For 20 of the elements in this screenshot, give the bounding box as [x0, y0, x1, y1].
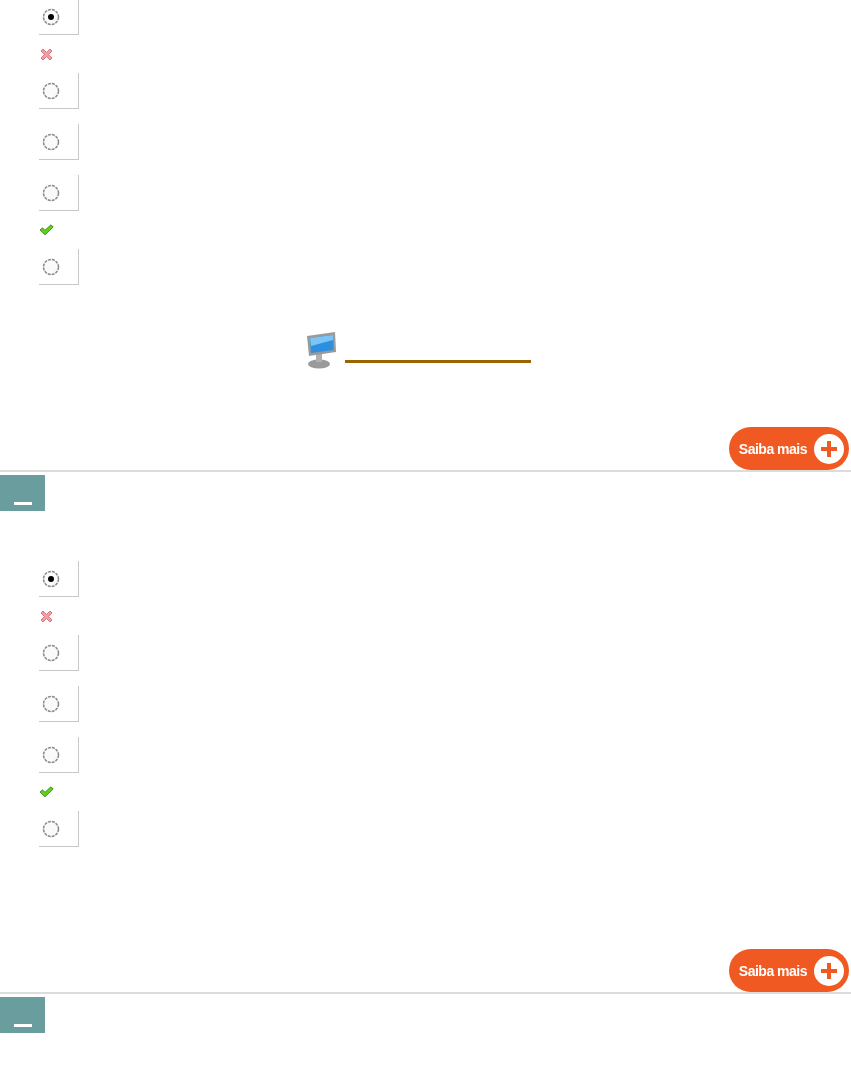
radio-button[interactable] — [42, 183, 60, 202]
radio-button[interactable] — [42, 819, 60, 838]
radio-button[interactable] — [42, 257, 60, 276]
minus-icon — [13, 502, 32, 505]
radio-button[interactable] — [42, 745, 60, 764]
more-button[interactable]: Saiba mais — [728, 427, 849, 470]
link-underline[interactable] — [345, 359, 531, 363]
radio-button[interactable] — [42, 132, 60, 151]
computer-icon — [305, 330, 339, 370]
radio-button[interactable] — [42, 7, 60, 26]
more-button[interactable]: Saiba mais — [728, 949, 849, 992]
radio-button[interactable] — [42, 694, 60, 713]
plus-icon — [813, 954, 845, 987]
minus-icon — [13, 1024, 32, 1027]
collapse-button[interactable] — [0, 475, 45, 511]
radio-button[interactable] — [42, 569, 60, 588]
plus-icon — [813, 432, 845, 465]
radio-button[interactable] — [42, 81, 60, 100]
collapse-button[interactable] — [0, 997, 45, 1033]
radio-button[interactable] — [42, 643, 60, 662]
